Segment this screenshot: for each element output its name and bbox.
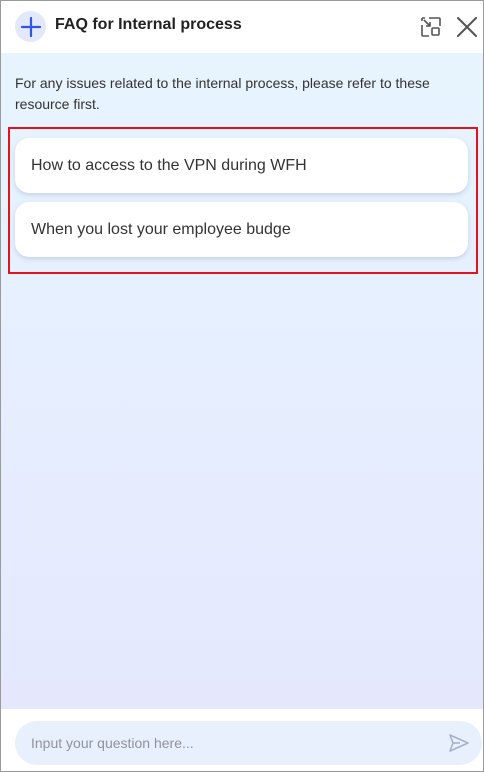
new-chat-button[interactable] <box>15 11 46 42</box>
send-icon <box>449 734 469 752</box>
chat-content: For any issues related to the internal p… <box>1 53 483 709</box>
composer <box>1 709 483 771</box>
close-button[interactable] <box>454 14 480 40</box>
question-input-wrapper <box>15 721 482 765</box>
minimize-window-icon <box>421 17 441 37</box>
header: FAQ for Internal process <box>1 1 483 53</box>
close-icon <box>457 17 477 37</box>
faq-item-vpn[interactable]: How to access to the VPN during WFH <box>15 138 468 193</box>
minimize-button[interactable] <box>418 14 444 40</box>
question-input[interactable] <box>15 721 435 765</box>
send-button[interactable] <box>447 732 471 754</box>
faq-chat-window: FAQ for Internal process For any issues … <box>0 0 484 772</box>
faq-item-employee-badge[interactable]: When you lost your employee budge <box>15 202 468 257</box>
page-title: FAQ for Internal process <box>55 16 242 33</box>
plus-icon <box>20 16 41 37</box>
intro-message: For any issues related to the internal p… <box>15 75 430 112</box>
